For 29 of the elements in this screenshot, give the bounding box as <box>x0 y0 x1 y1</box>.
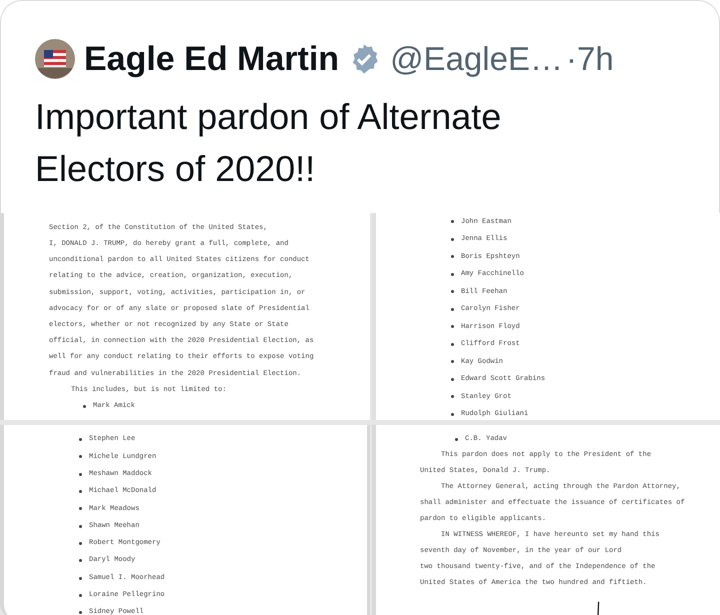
author-name[interactable]: Eagle Ed Martin <box>84 34 340 84</box>
bullet-icon <box>451 220 454 224</box>
bullet-icon <box>455 438 458 440</box>
bullet-icon <box>79 542 82 545</box>
bullet-icon <box>79 507 82 510</box>
bullet-icon <box>451 290 454 294</box>
post-text: Important pardon of Alternate Electors of 2020!! <box>35 95 502 191</box>
bullet-icon <box>79 438 82 442</box>
bullet-icon <box>79 576 82 580</box>
bullet-icon <box>79 594 82 597</box>
bullet-icon <box>451 238 454 241</box>
bullet-icon <box>79 559 82 562</box>
bullet-icon <box>79 524 82 528</box>
post-time[interactable]: ·7h <box>566 34 614 84</box>
bullet-icon <box>79 455 82 458</box>
bullet-icon <box>451 308 454 311</box>
bullet-icon <box>79 611 82 614</box>
bullet-icon <box>451 378 454 381</box>
bullet-icon <box>451 342 454 346</box>
bullet-icon <box>83 404 86 408</box>
bullet-icon <box>451 360 454 364</box>
bullet-icon <box>451 395 454 398</box>
bullet-icon <box>451 272 454 276</box>
bullet-icon <box>451 412 454 416</box>
bullet-icon <box>79 472 82 476</box>
user-handle: @EagleE… <box>390 39 563 80</box>
bullet-icon <box>79 490 82 494</box>
bullet-icon <box>451 325 454 328</box>
bullet-icon <box>451 255 454 258</box>
